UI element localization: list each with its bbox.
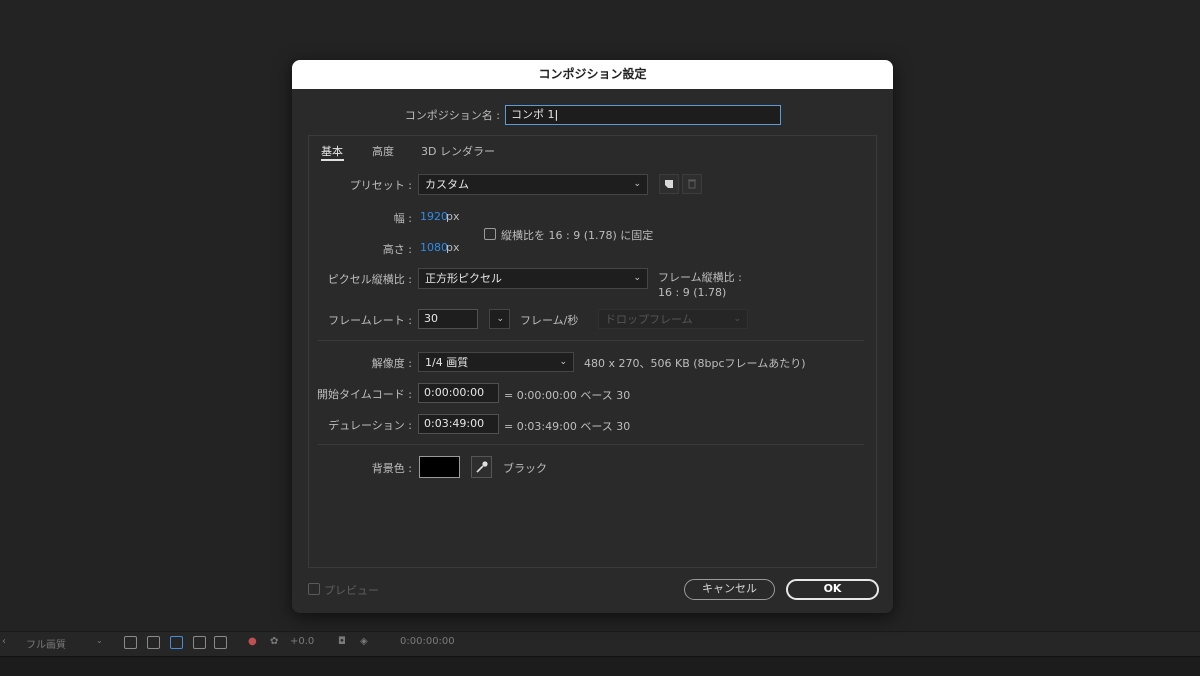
delete-preset-button[interactable] [682, 174, 702, 194]
exposure-reset-icon[interactable]: ✿ [270, 636, 278, 647]
drop-frame-value: ドロップフレーム [605, 313, 693, 326]
transparency-grid-icon[interactable] [147, 636, 160, 649]
framerate-dropdown[interactable]: ⌄ [489, 309, 510, 329]
comp-name-input[interactable]: コンポ 1| [505, 105, 781, 125]
save-preset-icon [665, 180, 673, 188]
camera-icon[interactable]: ◘ [338, 636, 346, 647]
height-label: 高さ : [382, 243, 412, 256]
current-time-display[interactable]: 0:00:00:00 [400, 636, 455, 647]
start-timecode-label: 開始タイムコード : [317, 388, 412, 401]
quality-select-label: フル画質 [26, 640, 66, 651]
bg-color-name: ブラック [503, 462, 547, 475]
height-unit: px [446, 241, 460, 254]
frame-aspect-label: フレーム縦横比 : [658, 271, 742, 284]
duration-info: = 0:03:49:00 ベース 30 [504, 420, 631, 433]
mask-visibility-icon[interactable] [193, 636, 206, 649]
bg-color-label: 背景色 : [371, 462, 412, 475]
framerate-value: 30 [424, 312, 438, 325]
comp-name-value: コンポ 1 [511, 108, 555, 121]
divider [318, 340, 864, 341]
width-value[interactable]: 1920 [420, 210, 448, 223]
collapse-arrow-icon[interactable]: ‹ [2, 636, 6, 647]
comp-name-label: コンポジション名 : [404, 109, 500, 122]
resolution-value: 1/4 画質 [425, 356, 469, 369]
bg-color-swatch[interactable] [419, 456, 460, 478]
chevron-down-icon: ⌄ [96, 636, 103, 645]
pixel-aspect-label: ピクセル縦横比 : [327, 273, 412, 286]
tab-3d-renderer[interactable]: 3D レンダラー [421, 143, 495, 159]
framerate-unit: フレーム/秒 [520, 314, 579, 327]
resolution-label: 解像度 : [371, 357, 412, 370]
eyedropper-button[interactable] [471, 456, 492, 478]
drop-frame-select: ドロップフレーム ⌄ [598, 309, 748, 329]
chevron-down-icon: ⌄ [633, 273, 641, 283]
resolution-select[interactable]: 1/4 画質 ⌄ [418, 352, 574, 372]
start-timecode-input[interactable]: 0:00:00:00 [418, 383, 499, 403]
quality-select[interactable]: フル画質 ⌄ [26, 636, 106, 651]
width-label: 幅 : [393, 212, 412, 225]
height-value[interactable]: 1080 [420, 241, 448, 254]
duration-label: デュレーション : [328, 419, 412, 432]
start-timecode-value: 0:00:00:00 [424, 386, 485, 399]
preset-select[interactable]: カスタム ⌄ [418, 174, 648, 195]
pixel-aspect-select[interactable]: 正方形ピクセル ⌄ [418, 268, 648, 289]
settings-panel [308, 135, 877, 568]
framerate-label: フレームレート : [328, 314, 412, 327]
tab-advanced[interactable]: 高度 [372, 143, 394, 159]
save-preset-button[interactable] [659, 174, 679, 194]
eyedropper-icon [476, 461, 488, 473]
chevron-down-icon: ⌄ [633, 179, 641, 189]
region-of-interest-icon[interactable] [170, 636, 183, 649]
timeline-strip [0, 656, 1200, 676]
exposure-value[interactable]: +0.0 [290, 636, 314, 647]
framerate-input[interactable]: 30 [418, 309, 478, 329]
chevron-down-icon: ⌄ [496, 314, 504, 324]
chevron-down-icon: ⌄ [559, 357, 567, 367]
width-unit: px [446, 210, 460, 223]
resolution-info: 480 x 270、506 KB (8bpcフレームあたり) [584, 357, 806, 370]
cancel-button[interactable]: キャンセル [684, 579, 775, 600]
chevron-down-icon: ⌄ [733, 314, 741, 324]
snapshot-region-icon[interactable] [124, 636, 137, 649]
preset-value: カスタム [425, 178, 469, 191]
active-tab-indicator [321, 159, 344, 161]
lock-aspect-label: 縦横比を 16 : 9 (1.78) に固定 [501, 229, 654, 242]
duration-input[interactable]: 0:03:49:00 [418, 414, 499, 434]
color-management-icon[interactable]: ◈ [360, 636, 368, 647]
trash-icon [688, 179, 696, 189]
ok-button[interactable]: OK [786, 579, 879, 600]
guides-icon[interactable] [214, 636, 227, 649]
start-timecode-info: = 0:00:00:00 ベース 30 [504, 389, 631, 402]
lock-aspect-checkbox[interactable] [484, 228, 496, 240]
tab-basic[interactable]: 基本 [321, 143, 343, 159]
composition-settings-dialog: コンポジション設定 コンポジション名 : コンポ 1| 基本 高度 3D レンダ… [292, 60, 893, 613]
frame-aspect-value: 16 : 9 (1.78) [658, 286, 727, 299]
preset-label: プリセット : [349, 179, 412, 192]
preview-label: プレビュー [324, 584, 379, 597]
viewer-status-bar: ‹ フル画質 ⌄ ● ✿ +0.0 ◘ ◈ 0:00:00:00 [0, 631, 1200, 656]
divider [318, 444, 864, 445]
channel-icon[interactable]: ● [248, 636, 257, 647]
duration-value: 0:03:49:00 [424, 417, 485, 430]
dialog-title: コンポジション設定 [292, 60, 893, 89]
preview-checkbox[interactable] [308, 583, 320, 595]
pixel-aspect-value: 正方形ピクセル [425, 272, 502, 285]
